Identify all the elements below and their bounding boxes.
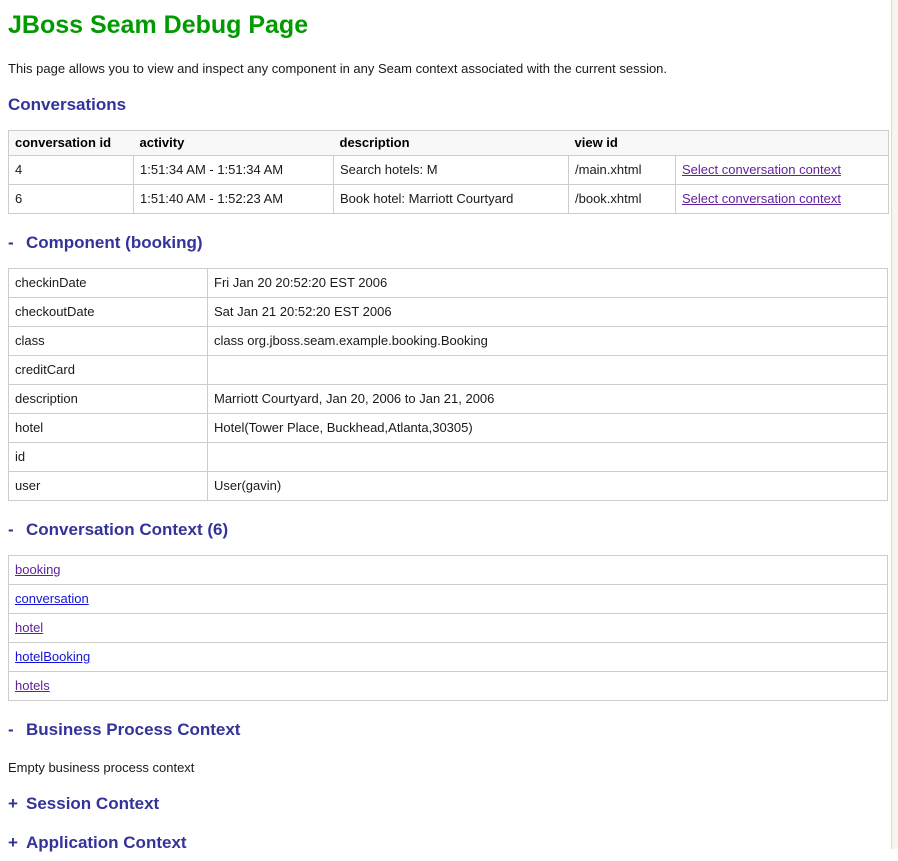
list-item: hotel — [9, 614, 888, 643]
select-conversation-context-link[interactable]: Select conversation context — [682, 191, 841, 206]
business-process-context-heading-label: Business Process Context — [26, 720, 240, 739]
property-name-cell: id — [9, 443, 208, 472]
context-variable-link-hotelBooking[interactable]: hotelBooking — [15, 649, 90, 664]
conversation-id-cell: 4 — [9, 156, 134, 185]
table-row: 6 1:51:40 AM - 1:52:23 AM Book hotel: Ma… — [9, 185, 889, 214]
view-id-cell: /main.xhtml — [569, 156, 676, 185]
property-value-cell — [208, 356, 888, 385]
view-id-cell: /book.xhtml — [569, 185, 676, 214]
column-header-description: description — [334, 131, 569, 156]
property-value-cell: class org.jboss.seam.example.booking.Boo… — [208, 327, 888, 356]
component-booking-heading[interactable]: -Component (booking) — [8, 233, 880, 253]
list-item: hotels — [9, 672, 888, 701]
select-conversation-context-link[interactable]: Select conversation context — [682, 162, 841, 177]
conversation-context-heading[interactable]: -Conversation Context (6) — [8, 520, 880, 540]
list-item: hotelBooking — [9, 643, 888, 672]
table-row: user User(gavin) — [9, 472, 888, 501]
table-row: checkinDate Fri Jan 20 20:52:20 EST 2006 — [9, 269, 888, 298]
conversation-id-cell: 6 — [9, 185, 134, 214]
property-name-cell: description — [9, 385, 208, 414]
column-header-view-id: view id — [569, 131, 676, 156]
column-header-activity: activity — [134, 131, 334, 156]
business-process-context-heading[interactable]: -Business Process Context — [8, 720, 880, 740]
property-value-cell — [208, 443, 888, 472]
table-row: hotel Hotel(Tower Place, Buckhead,Atlant… — [9, 414, 888, 443]
context-variable-link-hotels[interactable]: hotels — [15, 678, 50, 693]
property-value-cell: Fri Jan 20 20:52:20 EST 2006 — [208, 269, 888, 298]
property-name-cell: class — [9, 327, 208, 356]
context-variable-link-hotel[interactable]: hotel — [15, 620, 43, 635]
property-name-cell: user — [9, 472, 208, 501]
description-cell: Book hotel: Marriott Courtyard — [334, 185, 569, 214]
property-value-cell: Sat Jan 21 20:52:20 EST 2006 — [208, 298, 888, 327]
action-cell: Select conversation context — [676, 156, 889, 185]
list-item: conversation — [9, 585, 888, 614]
intro-text: This page allows you to view and inspect… — [8, 61, 880, 76]
conversations-heading: Conversations — [8, 95, 880, 115]
action-cell: Select conversation context — [676, 185, 889, 214]
context-variable-link-conversation[interactable]: conversation — [15, 591, 89, 606]
property-value-cell: Hotel(Tower Place, Buckhead,Atlanta,3030… — [208, 414, 888, 443]
session-context-heading-label: Session Context — [26, 794, 159, 813]
conversation-context-heading-label: Conversation Context (6) — [26, 520, 228, 539]
table-row: 4 1:51:34 AM - 1:51:34 AM Search hotels:… — [9, 156, 889, 185]
property-name-cell: checkoutDate — [9, 298, 208, 327]
conversations-table: conversation id activity description vie… — [8, 130, 889, 214]
application-context-heading[interactable]: +Application Context — [8, 833, 880, 853]
activity-cell: 1:51:34 AM - 1:51:34 AM — [134, 156, 334, 185]
component-properties-table: checkinDate Fri Jan 20 20:52:20 EST 2006… — [8, 268, 888, 501]
expand-plus-icon[interactable]: + — [8, 833, 26, 853]
property-value-cell: Marriott Courtyard, Jan 20, 2006 to Jan … — [208, 385, 888, 414]
list-item: booking — [9, 556, 888, 585]
property-name-cell: creditCard — [9, 356, 208, 385]
table-row: id — [9, 443, 888, 472]
expand-plus-icon[interactable]: + — [8, 794, 26, 814]
session-context-heading[interactable]: +Session Context — [8, 794, 880, 814]
collapse-minus-icon[interactable]: - — [8, 520, 26, 540]
property-value-cell: User(gavin) — [208, 472, 888, 501]
table-row: class class org.jboss.seam.example.booki… — [9, 327, 888, 356]
component-booking-heading-label: Component (booking) — [26, 233, 203, 252]
activity-cell: 1:51:40 AM - 1:52:23 AM — [134, 185, 334, 214]
conversations-header-row: conversation id activity description vie… — [9, 131, 889, 156]
property-name-cell: hotel — [9, 414, 208, 443]
property-name-cell: checkinDate — [9, 269, 208, 298]
page-title: JBoss Seam Debug Page — [8, 10, 880, 40]
table-row: description Marriott Courtyard, Jan 20, … — [9, 385, 888, 414]
collapse-minus-icon[interactable]: - — [8, 720, 26, 740]
debug-page: JBoss Seam Debug Page This page allows y… — [0, 0, 890, 861]
description-cell: Search hotels: M — [334, 156, 569, 185]
collapse-minus-icon[interactable]: - — [8, 233, 26, 253]
business-process-empty-message: Empty business process context — [8, 760, 880, 775]
table-row: creditCard — [9, 356, 888, 385]
table-row: checkoutDate Sat Jan 21 20:52:20 EST 200… — [9, 298, 888, 327]
context-variable-link-booking[interactable]: booking — [15, 562, 61, 577]
column-header-conversation-id: conversation id — [9, 131, 134, 156]
column-header-action — [676, 131, 889, 156]
page-right-edge — [891, 0, 898, 849]
application-context-heading-label: Application Context — [26, 833, 187, 852]
conversation-context-table: booking conversation hotel hotelBooking … — [8, 555, 888, 701]
